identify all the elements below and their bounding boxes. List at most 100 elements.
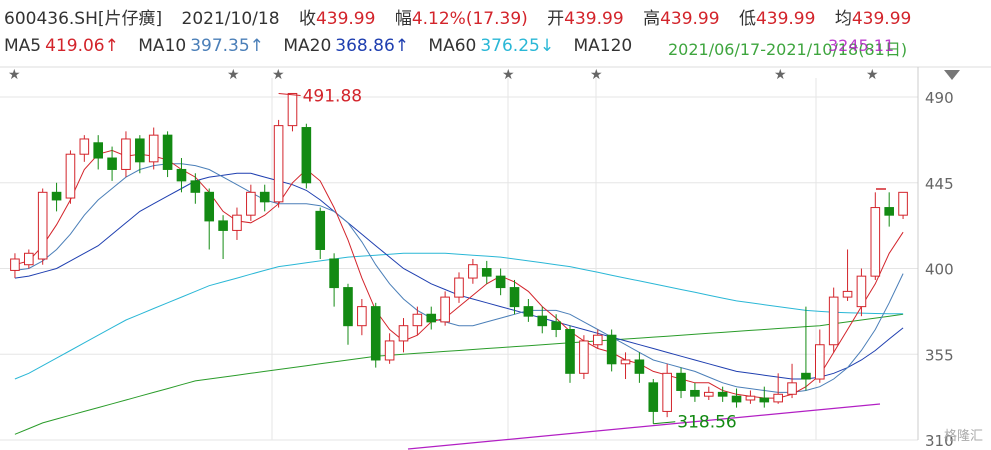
high-value: 439.99 — [660, 9, 720, 29]
candle-body — [162, 134, 173, 170]
candle-body — [648, 382, 659, 412]
candle-body — [620, 359, 631, 365]
event-star-icon: ★ — [590, 67, 603, 83]
candle-body — [787, 382, 797, 395]
candle-body — [121, 138, 131, 170]
candle-body — [51, 191, 62, 201]
watermark: 格隆汇 — [943, 429, 983, 444]
event-star-icon: ★ — [8, 67, 21, 83]
candle-body — [759, 397, 770, 403]
ma250-trend-line — [407, 403, 881, 450]
candle-body — [398, 325, 409, 342]
y-tick-label: 445 — [925, 175, 954, 193]
candle-body — [870, 207, 881, 277]
candle-body — [523, 306, 534, 317]
candle-body — [828, 296, 839, 346]
candle-body — [731, 395, 742, 403]
dropdown-triangle-icon — [944, 70, 960, 80]
low-value: 439.99 — [755, 9, 816, 29]
candle-body — [107, 157, 117, 170]
quote-date: 2021/10/18 — [181, 9, 280, 29]
ma-legend: MA5 419.06↑ MA10 397.35↑ MA20 368.86↑ MA60 3… — [4, 36, 650, 56]
close-label: 收 — [298, 9, 316, 29]
candle-body — [148, 134, 159, 163]
stock-symbol: 600436.SH[片仔癀] — [4, 9, 163, 29]
candle-body — [592, 334, 603, 346]
y-tick-label: 400 — [925, 261, 954, 279]
candle-body — [468, 264, 478, 279]
low-label: 低 — [738, 9, 756, 29]
candle-body — [135, 138, 145, 163]
avg-label: 均 — [834, 9, 852, 29]
ma60-label: MA60 — [428, 36, 477, 56]
ma120-label: MA120 — [573, 36, 633, 56]
y-tick-label: 490 — [925, 89, 954, 107]
candle-body — [690, 389, 700, 397]
candle-body — [481, 268, 492, 277]
candle-body — [370, 306, 381, 361]
candle-body — [93, 142, 104, 159]
candle-body — [232, 214, 242, 231]
event-star-icon: ★ — [866, 67, 879, 83]
ma60-value: 376.25↓ — [480, 36, 555, 56]
candle-body — [65, 153, 76, 199]
ma20-label: MA20 — [283, 36, 332, 56]
ma120-line — [14, 313, 904, 435]
candle-body — [634, 359, 645, 374]
candle-body — [814, 344, 825, 380]
candle-body — [606, 334, 617, 365]
event-star-icon: ★ — [227, 67, 240, 83]
candle-body — [884, 207, 894, 216]
candle-body — [24, 252, 34, 266]
candle-body — [287, 92, 298, 127]
candle-body — [509, 287, 520, 308]
candle-body — [440, 296, 450, 323]
ma5-label: MA5 — [4, 36, 42, 56]
candle-body — [343, 287, 353, 327]
candlestick-chart: 490445400355310★ ★ ★ ★ ★ ★ ★491.88318.56 — [0, 66, 991, 450]
candle-body — [454, 277, 464, 298]
event-star-icon: ★ — [502, 67, 515, 83]
annotation-label: 491.88 — [303, 86, 362, 106]
ma10-value: 397.35↑ — [190, 36, 264, 56]
candle-body — [579, 340, 589, 374]
change-label: 幅 — [394, 9, 412, 29]
event-star-icon: ★ — [272, 67, 285, 83]
candle-body — [537, 315, 548, 327]
high-label: 高 — [643, 9, 661, 29]
ma20-value: 368.86↑ — [335, 36, 410, 56]
candle-body — [551, 321, 561, 330]
candle-body — [218, 220, 228, 231]
candle-body — [273, 125, 284, 203]
candle-body — [898, 191, 908, 216]
quote-header: 600436.SH[片仔癀] 2021/10/18 收439.99 幅4.12%… — [4, 4, 925, 29]
change-value: 4.12%(17.39) — [411, 9, 528, 29]
candle-body — [565, 328, 575, 374]
ma10-label: MA10 — [138, 36, 187, 56]
avg-value: 439.99 — [851, 9, 912, 29]
candle-body — [703, 391, 714, 397]
event-star-icon: ★ — [774, 67, 787, 83]
candle-body — [773, 393, 783, 403]
candle-body — [176, 168, 187, 182]
open-value: 439.99 — [564, 9, 624, 29]
candle-body — [717, 391, 728, 397]
annotation-label: 318.56 — [677, 413, 736, 433]
candle-body — [10, 258, 20, 271]
close-value: 439.99 — [315, 9, 376, 29]
open-label: 开 — [547, 9, 565, 29]
range-overlay: 2021/06/17-2021/10/18(81日) 3245.11 — [668, 36, 907, 60]
candle-body — [662, 372, 672, 412]
ma60-line — [14, 252, 904, 380]
ma250-value: 3245.11 — [828, 36, 895, 55]
candle-body — [329, 258, 339, 289]
candle-body — [426, 313, 437, 323]
candle-body — [745, 395, 756, 401]
candle-body — [315, 210, 326, 250]
candle-body — [801, 372, 811, 380]
ma5-value: 419.06↑ — [45, 36, 119, 56]
candle-body — [676, 372, 686, 391]
y-tick-label: 355 — [925, 346, 954, 364]
candle-body — [204, 191, 215, 222]
candle-body — [190, 180, 201, 193]
